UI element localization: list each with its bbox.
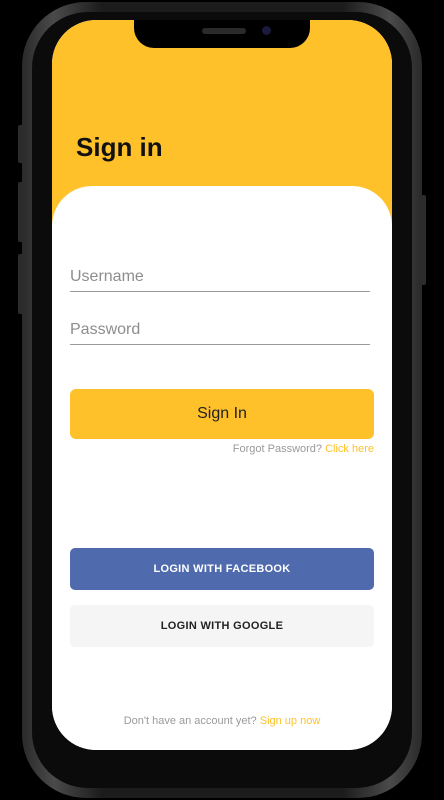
- login-facebook-button[interactable]: LOGIN WITH FACEBOOK: [70, 548, 374, 590]
- signup-link[interactable]: Sign up now: [260, 715, 321, 727]
- volume-down-button: [18, 254, 24, 314]
- signup-row: Don't have an account yet? Sign up now: [52, 715, 392, 727]
- forgot-password-link[interactable]: Click here: [325, 443, 374, 455]
- front-camera-icon: [262, 26, 271, 35]
- power-button: [420, 195, 426, 285]
- password-input[interactable]: [70, 315, 370, 344]
- speaker-grille: [202, 28, 246, 34]
- forgot-password-row: Forgot Password? Click here: [233, 443, 374, 455]
- username-input[interactable]: [70, 262, 370, 291]
- username-field[interactable]: [70, 262, 370, 292]
- login-google-button[interactable]: LOGIN WITH GOOGLE: [70, 605, 374, 647]
- volume-up-button: [18, 182, 24, 242]
- notch: [134, 20, 310, 48]
- signup-prompt-text: Don't have an account yet?: [123, 715, 257, 727]
- mute-switch: [18, 125, 24, 163]
- sign-in-button[interactable]: Sign In: [70, 389, 374, 439]
- forgot-password-text: Forgot Password?: [232, 443, 323, 455]
- page-title: Sign in: [76, 132, 163, 162]
- phone-screen: Sign in Sign In Forgot Password? Click h…: [52, 20, 392, 750]
- password-field[interactable]: [70, 315, 370, 345]
